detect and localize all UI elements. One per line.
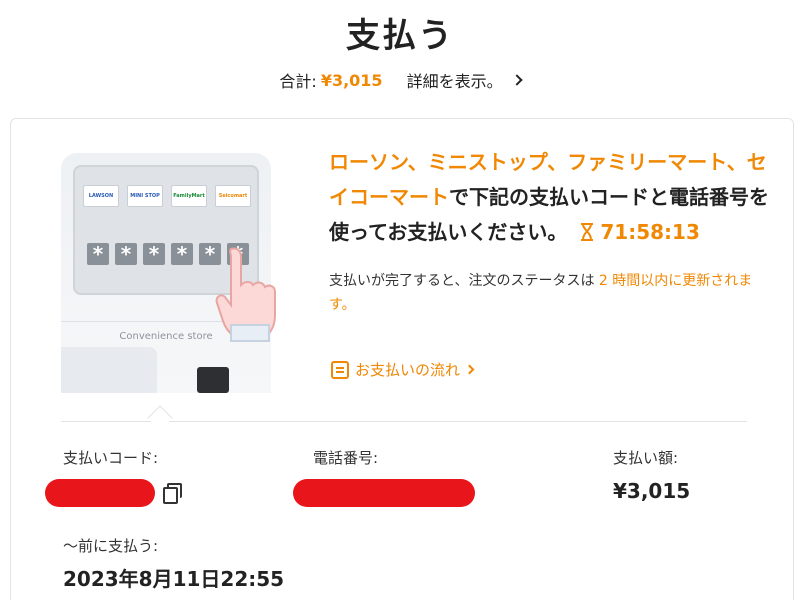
payment-amount-label: 支払い額: [613,449,679,467]
countdown-timer: 71:58:13 [580,220,700,244]
payment-code-label: 支払いコード: [63,449,159,467]
kiosk-panel [61,347,157,393]
chevron-right-icon [464,364,475,375]
total-label: 合計: [279,72,317,91]
lawson-logo: LAWSON [83,185,119,207]
familymart-logo: FamilyMart [171,185,207,207]
code-mask-char: * [87,243,109,265]
hourglass-icon [581,223,594,241]
code-mask-char: * [143,243,165,265]
code-mask-char: * [171,243,193,265]
seicomart-logo: Seicomart [215,185,251,207]
show-details-label: 詳細を表示。 [406,72,503,91]
kiosk-slot [197,367,229,393]
payment-instructions-card: LAWSON MINI STOP FamilyMart Seicomart * … [10,118,794,600]
payment-deadline-value: 2023年8月11日22:55 [63,567,285,591]
show-details-link[interactable]: 詳細を表示。 [406,68,523,92]
chevron-right-icon [510,74,523,86]
convenience-store-kiosk-illustration: LAWSON MINI STOP FamilyMart Seicomart * … [61,153,283,393]
document-icon [331,360,349,379]
order-summary: 合計: ¥3,015 詳細を表示。 [0,68,800,92]
copy-icon[interactable] [163,483,182,504]
countdown-value: 71:58:13 [600,220,700,244]
payment-amount-value: ¥3,015 [613,479,691,503]
payment-page: 支払う 合計: ¥3,015 詳細を表示。 LAWSON MINI STOP F… [0,0,800,600]
payment-code-redacted [45,479,155,507]
phone-number-label: 電話番号: [313,449,379,467]
status-update-note: 支払いが完了すると、注文のステータスは 2 時間以内に更新されます。 [329,269,769,317]
payment-deadline-label: 〜前に支払う: [63,537,159,555]
divider-notch [147,405,173,431]
page-title: 支払う [346,16,454,56]
phone-number-redacted [293,479,475,507]
payment-instructions: ローソン、ミニストップ、ファミリーマート、セイコーマートで下記の支払いコードと電… [329,145,769,250]
payment-flow-link[interactable]: お支払いの流れ [331,359,475,380]
ministop-logo: MINI STOP [127,185,163,207]
pointing-hand-icon [215,247,276,343]
payment-flow-label: お支払いの流れ [355,361,461,379]
note-text: 支払いが完了すると、注文のステータスは [329,273,595,289]
total-amount: ¥3,015 [320,70,383,90]
code-mask-char: * [115,243,137,265]
